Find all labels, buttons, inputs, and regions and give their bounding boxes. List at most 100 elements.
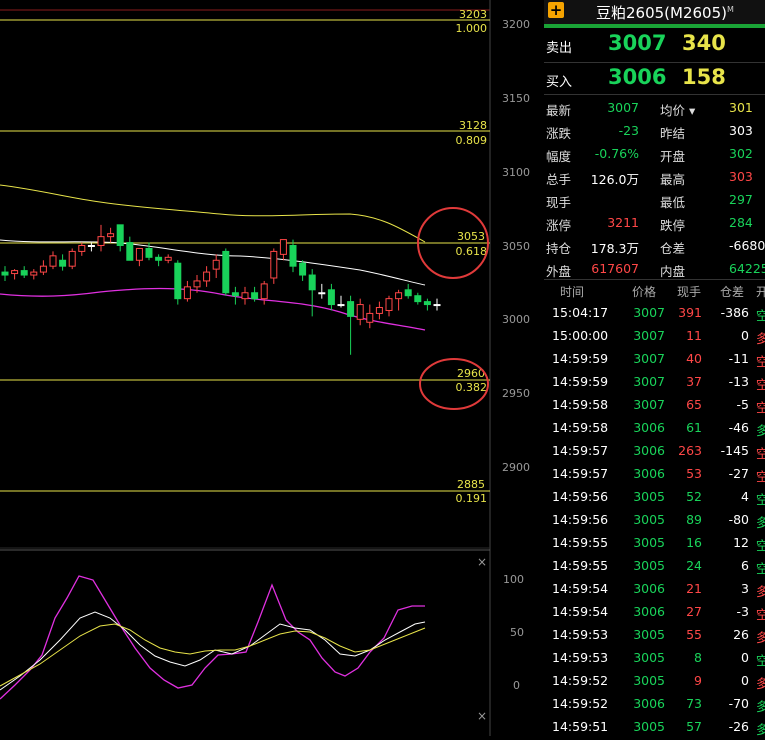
- tick-volume: 16: [686, 535, 702, 550]
- tick-volume: 11: [686, 328, 702, 343]
- tick-type: 多: [756, 699, 765, 714]
- tick-type: 多: [756, 722, 765, 736]
- tick-row[interactable]: 14:59:52 3005 9 0 多: [544, 669, 765, 692]
- quote-row: 涨停 3211 跌停 284: [544, 211, 765, 234]
- chart-canvas[interactable]: 3203 1.000 3128 0.809 3053 0.618 2960 0.…: [0, 0, 544, 736]
- tick-time: 14:59:55: [552, 535, 609, 550]
- quote-header: + 豆粕2605(M2605)M: [544, 0, 765, 28]
- tick-row[interactable]: 15:00:00 3007 11 0 多: [544, 324, 765, 347]
- candle-body: [11, 270, 19, 275]
- tick-row[interactable]: 15:04:17 3007 391 -386 空: [544, 301, 765, 324]
- tick-time: 14:59:59: [552, 374, 609, 389]
- tick-price: 3005: [633, 558, 665, 573]
- candle-body: [241, 292, 249, 300]
- tick-row[interactable]: 14:59:54 3006 27 -3 空: [544, 600, 765, 623]
- y-axis-label: 3100: [502, 166, 530, 179]
- tick-row[interactable]: 14:59:57 3006 53 -27 空: [544, 462, 765, 485]
- tick-time: 14:59:55: [552, 558, 609, 573]
- candle-body: [59, 259, 67, 267]
- tick-price: 3007: [633, 397, 665, 412]
- quote-row: 最新 3007 均价 ▾ 301: [544, 96, 765, 119]
- tick-volume: 65: [686, 397, 702, 412]
- quote-label: 最新: [546, 103, 572, 118]
- osc-axis-label: 50: [510, 626, 524, 639]
- candlestick-chart[interactable]: 3203 1.000 3128 0.809 3053 0.618 2960 0.…: [0, 0, 544, 736]
- fib-ratio-618: 0.618: [456, 245, 488, 258]
- oscillator-k-line: [0, 575, 425, 700]
- tick-oi-change: 0: [741, 328, 749, 343]
- close-panel-icon[interactable]: ×: [477, 709, 487, 723]
- tick-row[interactable]: 14:59:53 3005 55 26 多: [544, 623, 765, 646]
- tick-time: 14:59:58: [552, 420, 609, 435]
- tick-row[interactable]: 14:59:58 3007 65 -5 空: [544, 393, 765, 416]
- add-icon[interactable]: +: [548, 2, 564, 18]
- tick-volume: 263: [678, 443, 702, 458]
- quote-row: 持仓 178.3万 仓差 -6680: [544, 234, 765, 257]
- tick-type: 多: [756, 584, 765, 599]
- candle-body: [145, 247, 153, 258]
- candle-body: [356, 304, 364, 320]
- candle-body: [279, 239, 287, 255]
- candle-body: [68, 250, 76, 267]
- candle-body: [231, 292, 239, 297]
- osc-axis-label: 0: [513, 679, 520, 692]
- quote-value: -6680: [729, 238, 765, 253]
- quote-value: 302: [729, 146, 753, 161]
- quote-label: 持仓: [546, 241, 572, 256]
- quote-label: 现手: [546, 195, 572, 210]
- fib-ratio-1000: 1.000: [456, 22, 488, 35]
- ticks-header-volume: 现手: [677, 285, 702, 299]
- tick-row[interactable]: 14:59:56 3005 89 -80 多: [544, 508, 765, 531]
- quote-label: 总手: [546, 172, 572, 187]
- tick-time: 14:59:52: [552, 696, 609, 711]
- bid-row[interactable]: 买入 3006 158: [544, 63, 765, 95]
- candle-body: [299, 262, 307, 276]
- tick-row[interactable]: 14:59:59 3007 40 -11 空: [544, 347, 765, 370]
- ask-row[interactable]: 卖出 3007 340: [544, 29, 765, 61]
- tick-row[interactable]: 14:59:55 3005 16 12 空: [544, 531, 765, 554]
- tick-row[interactable]: 14:59:55 3005 24 6 空: [544, 554, 765, 577]
- tick-row[interactable]: 14:59:58 3006 61 -46 多: [544, 416, 765, 439]
- tick-row[interactable]: 14:59:54 3006 21 3 多: [544, 577, 765, 600]
- tick-type: 空: [756, 469, 765, 484]
- candle-body: [30, 271, 38, 276]
- tick-row[interactable]: 14:59:52 3006 73 -70 多: [544, 692, 765, 715]
- tick-volume: 52: [686, 489, 702, 504]
- close-panel-icon[interactable]: ×: [477, 555, 487, 569]
- candle-body: [126, 242, 134, 261]
- candle-body: [39, 265, 47, 273]
- tick-price: 3006: [633, 420, 665, 435]
- candle-body: [193, 280, 201, 288]
- quote-label[interactable]: 均价 ▾: [660, 100, 695, 119]
- y-axis-label: 3200: [502, 18, 530, 31]
- tick-type: 空: [756, 354, 765, 369]
- tick-type: 空: [756, 446, 765, 461]
- bid-label: 买入: [546, 75, 573, 90]
- tick-row[interactable]: 14:59:53 3005 8 0 空: [544, 646, 765, 669]
- tick-oi-change: -80: [728, 512, 749, 527]
- ask-label: 卖出: [546, 41, 573, 56]
- quote-row: 幅度 -0.76% 开盘 302: [544, 142, 765, 165]
- quote-label: 外盘: [546, 264, 572, 279]
- tick-oi-change: 3: [741, 581, 749, 596]
- divider: [544, 279, 765, 280]
- fib-price-809: 3128: [459, 119, 487, 132]
- candle-body: [433, 304, 441, 307]
- tick-time: 14:59:53: [552, 627, 609, 642]
- candle-body: [107, 233, 115, 238]
- tick-row[interactable]: 14:59:57 3006 263 -145 空: [544, 439, 765, 462]
- quote-label: 最低: [660, 195, 686, 210]
- tick-row[interactable]: 14:59:51 3005 57 -26 多: [544, 715, 765, 736]
- candle-body: [395, 292, 403, 300]
- contract-title[interactable]: 豆粕2605(M2605)M: [596, 2, 734, 23]
- tick-row[interactable]: 14:59:59 3007 37 -13 空: [544, 370, 765, 393]
- quote-label: 跌停: [660, 218, 686, 233]
- tick-oi-change: 4: [741, 489, 749, 504]
- tick-type: 多: [756, 630, 765, 645]
- quote-value: 284: [729, 215, 753, 230]
- candle-body: [375, 307, 383, 314]
- quote-label: 仓差: [660, 241, 686, 256]
- candle-body: [49, 255, 57, 267]
- ask-volume: 340: [682, 31, 726, 55]
- tick-row[interactable]: 14:59:56 3005 52 4 空: [544, 485, 765, 508]
